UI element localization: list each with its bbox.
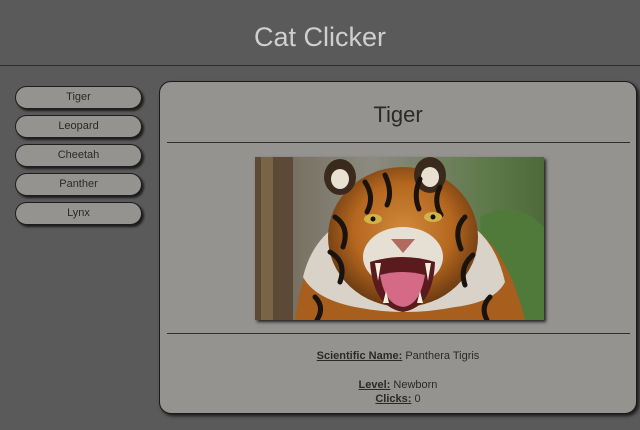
clicks-value: 0 <box>414 393 421 405</box>
cat-list: Tiger Leopard Cheetah Panther Lynx <box>15 86 143 231</box>
level-row: Level: Newborn <box>160 379 636 391</box>
cat-button-tiger[interactable]: Tiger <box>15 86 142 109</box>
scientific-name-value: Panthera Tigris <box>405 350 480 362</box>
clicks-row: Clicks: 0 <box>160 393 636 405</box>
cat-detail-panel: Tiger Scientific Name: Panthera Tigris L… <box>159 81 637 414</box>
top-divider <box>167 142 630 143</box>
clicks-label: Clicks: <box>375 393 412 405</box>
cat-button-leopard[interactable]: Leopard <box>15 115 142 138</box>
cat-button-cheetah[interactable]: Cheetah <box>15 144 142 167</box>
page-title: Cat Clicker <box>253 22 387 52</box>
cat-button-lynx[interactable]: Lynx <box>15 202 142 225</box>
cat-image[interactable] <box>255 157 544 320</box>
level-value: Newborn <box>393 379 438 391</box>
level-label: Level: <box>358 379 391 391</box>
cat-button-panther[interactable]: Panther <box>15 173 142 196</box>
scientific-name-label: Scientific Name: <box>316 350 403 362</box>
tiger-photo <box>255 157 544 320</box>
page-header: Cat Clicker <box>0 0 640 66</box>
scientific-name-row: Scientific Name: Panthera Tigris <box>160 350 636 362</box>
bottom-divider <box>167 333 630 334</box>
cat-name: Tiger <box>373 102 423 127</box>
